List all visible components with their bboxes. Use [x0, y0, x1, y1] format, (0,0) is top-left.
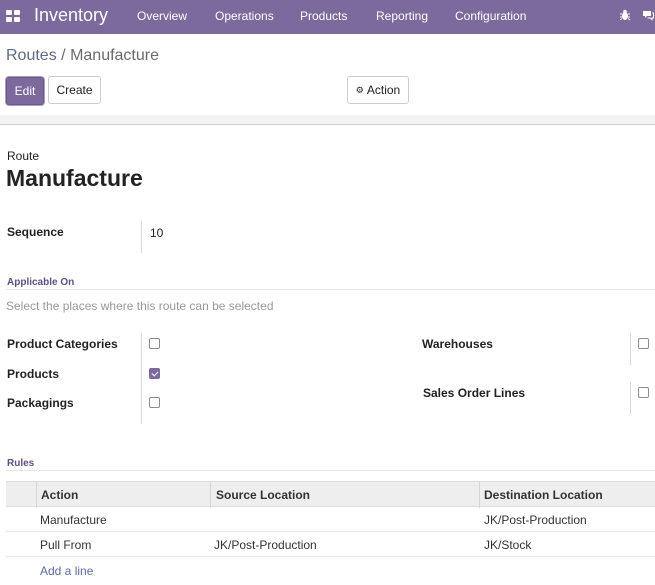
warehouses-label: Warehouses	[422, 337, 493, 351]
section-divider	[6, 470, 655, 471]
rules-table: Action Source Location Destination Locat…	[6, 481, 655, 557]
action-button[interactable]: ⚙ Action	[347, 76, 409, 104]
menu-operations[interactable]: Operations	[215, 9, 274, 23]
route-name: Manufacture	[6, 165, 143, 191]
top-navbar: Inventory Overview Operations Products R…	[0, 0, 655, 34]
breadcrumb-current: Manufacture	[70, 47, 159, 64]
column-header-destination[interactable]: Destination Location	[484, 488, 603, 502]
rule-destination: JK/Post-Production	[484, 513, 587, 527]
rule-action: Manufacture	[40, 513, 107, 527]
edit-button[interactable]: Edit	[6, 77, 44, 105]
packagings-checkbox[interactable]	[149, 397, 160, 408]
table-header: Action Source Location Destination Locat…	[6, 481, 655, 508]
product-categories-label: Product Categories	[7, 337, 118, 351]
bug-icon[interactable]	[618, 9, 632, 23]
rules-title: Rules	[7, 458, 35, 469]
field-separator	[141, 221, 142, 253]
breadcrumb-routes[interactable]: Routes	[6, 47, 57, 64]
rule-source: JK/Post-Production	[214, 538, 317, 552]
menu-reporting[interactable]: Reporting	[376, 9, 428, 23]
menu-products[interactable]: Products	[300, 9, 347, 23]
sales-order-lines-label: Sales Order Lines	[423, 386, 526, 400]
sequence-value: 10	[150, 226, 164, 240]
gear-icon: ⚙	[355, 84, 364, 95]
products-checkbox[interactable]	[149, 368, 160, 379]
route-label: Route	[7, 149, 40, 163]
column-separator	[479, 482, 480, 508]
field-separator	[630, 382, 631, 414]
applicable-help-text: Select the places where this route can b…	[6, 299, 274, 313]
field-separator	[141, 333, 142, 424]
column-header-action[interactable]: Action	[41, 488, 78, 502]
field-separator	[630, 333, 631, 365]
applicable-on-title: Applicable On	[7, 277, 75, 288]
column-separator	[210, 482, 211, 508]
products-label: Products	[7, 367, 60, 381]
product-categories-checkbox[interactable]	[149, 338, 160, 349]
app-brand[interactable]: Inventory	[34, 5, 108, 26]
menu-overview[interactable]: Overview	[137, 9, 187, 23]
action-button-label: Action	[366, 83, 401, 97]
sales-order-lines-checkbox[interactable]	[638, 387, 649, 398]
breadcrumb-separator: /	[61, 47, 66, 64]
chat-icon[interactable]	[641, 9, 655, 23]
table-row[interactable]: Pull From JK/Post-Production JK/Stock	[6, 532, 655, 557]
packagings-label: Packagings	[7, 396, 74, 410]
menu-configuration[interactable]: Configuration	[455, 9, 526, 23]
breadcrumb: Routes / Manufacture	[6, 47, 159, 65]
rule-action: Pull From	[40, 538, 92, 552]
warehouses-checkbox[interactable]	[638, 338, 649, 349]
table-row[interactable]: Manufacture JK/Post-Production	[6, 507, 655, 532]
column-header-source[interactable]: Source Location	[216, 488, 310, 502]
add-line-link[interactable]: Add a line	[40, 564, 93, 578]
rule-destination: JK/Stock	[484, 538, 532, 552]
create-button[interactable]: Create	[48, 76, 101, 104]
sequence-label: Sequence	[7, 225, 64, 239]
sheet-divider	[0, 115, 655, 125]
app-menu-icon[interactable]	[6, 10, 20, 22]
section-divider	[6, 289, 655, 290]
column-separator	[36, 482, 37, 508]
